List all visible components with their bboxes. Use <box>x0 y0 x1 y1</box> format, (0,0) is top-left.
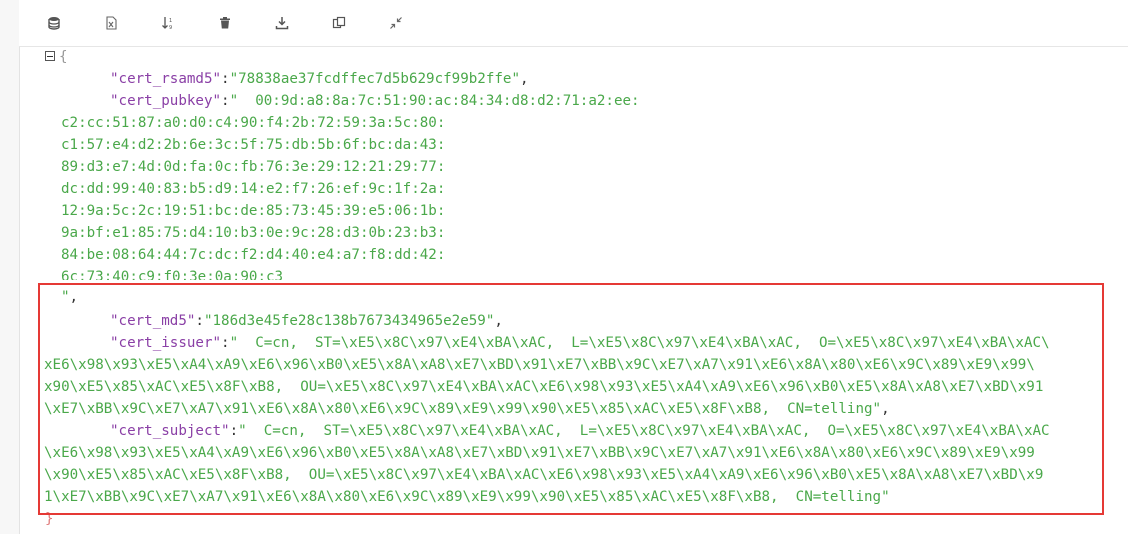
json-cont-line: \xE7\xBB\x9C\xE7\xA7\x91\xE6\x8A\x80\xE6… <box>44 401 890 417</box>
svg-text:1: 1 <box>169 18 172 24</box>
sort-icon: 1 9 <box>162 17 172 30</box>
json-key: "cert_subject" <box>110 423 230 439</box>
collapse-button[interactable] <box>386 13 406 33</box>
json-cont-line: xE6\x98\x93\xE5\xA4\xA9\xE6\x96\xB0\xE5\… <box>44 357 1035 373</box>
json-line-md5: "cert_md5":"186d3e45fe28c138b7673434965e… <box>110 313 503 329</box>
toolbar: 1 9 <box>19 0 1128 47</box>
copy-button[interactable] <box>329 13 349 33</box>
json-key: "cert_issuer" <box>110 335 222 351</box>
json-cont-line: 89:d3:e7:4d:0d:fa:0c:fb:76:3e:29:12:21:2… <box>61 159 446 175</box>
json-cont-line: \xE6\x98\x93\xE5\xA4\xA9\xE6\x96\xB0\xE5… <box>44 445 1035 461</box>
fold-toggle-icon[interactable] <box>45 51 55 61</box>
json-cont-line: \x90\xE5\x85\xAC\xE5\x8F\xB8, OU=\xE5\x8… <box>44 467 1044 483</box>
open-brace: { <box>59 49 68 65</box>
json-cont-line: 12:9a:5c:2c:19:51:bc:de:85:73:45:39:e5:0… <box>61 203 446 219</box>
json-cont-line: 6c:73:40:c9:f0:3e:0a:90:c3 <box>61 269 284 280</box>
json-value: "186d3e45fe28c138b7673434965e2e59" <box>203 313 495 329</box>
download-button[interactable] <box>272 13 292 33</box>
json-line-issuer: "cert_issuer":" C=cn, ST=\xE5\x8C\x97\xE… <box>110 335 1050 351</box>
trash-icon <box>220 17 230 29</box>
json-line-rsamd5: "cert_rsamd5":"78838ae37fcdffec7d5b629cf… <box>110 71 529 87</box>
json-key: "cert_pubkey" <box>110 93 222 109</box>
json-value: " 00:9d:a8:8a:7c:51:90:ac:84:34:d8:d2:71… <box>229 93 640 109</box>
copy-icon <box>332 16 346 29</box>
database-icon <box>48 17 60 30</box>
export-excel-button[interactable] <box>101 13 121 33</box>
excel-icon <box>106 16 117 30</box>
json-cont-line: c1:57:e4:d2:2b:6e:3c:5f:75:db:5b:6f:bc:d… <box>61 137 446 153</box>
json-cont-line: 1\xE7\xBB\x9C\xE7\xA7\x91\xE6\x8A\x80\xE… <box>44 489 890 505</box>
sort-button[interactable]: 1 9 <box>158 13 178 33</box>
json-value: " C=cn, ST=\xE5\x8C\x97\xE4\xBA\xAC, L=\… <box>229 335 1050 351</box>
json-cont-line: x90\xE5\x85\xAC\xE5\x8F\xB8, OU=\xE5\x8C… <box>44 379 1044 395</box>
delete-button[interactable] <box>215 13 235 33</box>
json-viewer[interactable]: { "cert_rsamd5":"78838ae37fcdffec7d5b629… <box>19 46 1128 534</box>
database-button[interactable] <box>44 13 64 33</box>
close-brace: } <box>45 511 54 527</box>
json-key: "cert_md5" <box>110 313 196 329</box>
json-cont-line: dc:dd:99:40:83:b5:d9:14:e2:f7:26:ef:9c:1… <box>61 181 446 197</box>
json-value: " C=cn, ST=\xE5\x8C\x97\xE4\xBA\xAC, L=\… <box>238 423 1050 439</box>
json-value: "78838ae37fcdffec7d5b629cf99b2ffe" <box>229 71 521 87</box>
download-icon <box>275 17 289 30</box>
json-line-subject: "cert_subject":" C=cn, ST=\xE5\x8C\x97\x… <box>110 423 1050 439</box>
json-cont-line: 84:be:08:64:44:7c:dc:f2:d4:40:e4:a7:f8:d… <box>61 247 446 263</box>
collapse-icon <box>390 17 402 29</box>
json-cont-line: 9a:bf:e1:85:75:d4:10:b3:0e:9c:28:d3:0b:2… <box>61 225 446 241</box>
json-cont-line: c2:cc:51:87:a0:d0:c4:90:f4:2b:72:59:3a:5… <box>61 115 446 131</box>
json-line-pubkey-end: ", <box>61 289 79 305</box>
json-key: "cert_rsamd5" <box>110 71 222 87</box>
svg-text:9: 9 <box>169 25 172 30</box>
json-line-pubkey: "cert_pubkey":" 00:9d:a8:8a:7c:51:90:ac:… <box>110 93 640 109</box>
